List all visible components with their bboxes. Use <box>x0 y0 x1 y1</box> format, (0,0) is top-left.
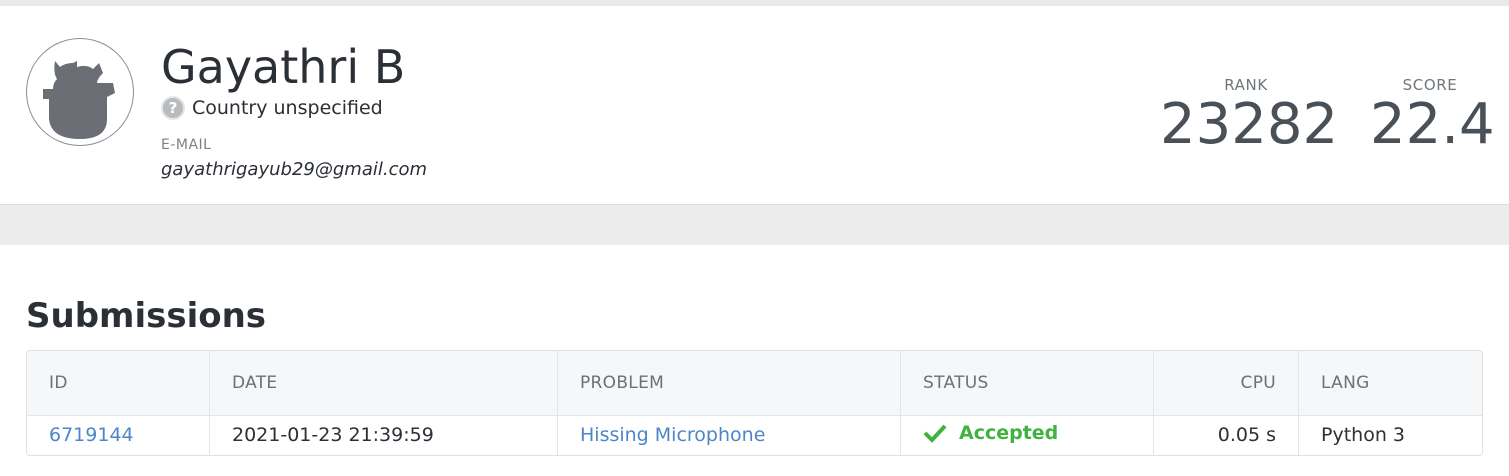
submissions-table: ID DATE PROBLEM STATUS CPU LANG 6719144 … <box>26 350 1483 456</box>
score-value: 22.4 <box>1370 92 1495 157</box>
rank-value: 23282 <box>1160 92 1339 157</box>
country-row: ? Country unspecified <box>161 95 383 121</box>
question-mark-icon: ? <box>161 96 185 120</box>
column-header-lang[interactable]: LANG <box>1298 351 1482 416</box>
rank-stat: RANK 23282 <box>1160 76 1339 157</box>
avatar[interactable] <box>26 38 134 146</box>
default-avatar-icon <box>43 61 115 139</box>
column-header-cpu[interactable]: CPU <box>1153 351 1299 416</box>
country-label: Country unspecified <box>192 97 383 119</box>
submission-date: 2021-01-23 21:39:59 <box>209 415 558 455</box>
score-stat: SCORE 22.4 <box>1370 76 1495 157</box>
submission-lang: Python 3 <box>1321 424 1405 447</box>
email-label: E-MAIL <box>161 137 212 153</box>
submission-id-cell: 6719144 <box>27 415 210 455</box>
column-header-problem[interactable]: PROBLEM <box>557 351 901 416</box>
user-name: Gayathri B <box>161 40 406 94</box>
table-header-row: ID DATE PROBLEM STATUS CPU LANG <box>27 351 1482 416</box>
column-header-date[interactable]: DATE <box>209 351 558 416</box>
email-value: gayathrigayub29@gmail.com <box>161 159 428 180</box>
submission-problem-cell: Hissing Microphone <box>557 415 901 455</box>
problem-link[interactable]: Hissing Microphone <box>580 424 765 446</box>
submissions-title: Submissions <box>26 296 267 336</box>
status-badge: Accepted <box>923 422 1058 444</box>
table-row: 6719144 2021-01-23 21:39:59 Hissing Micr… <box>27 415 1482 455</box>
profile-card: Gayathri B ? Country unspecified E-MAIL … <box>0 6 1509 205</box>
submission-status-cell: Accepted <box>900 415 1154 455</box>
submission-cpu: 0.05 s <box>1153 415 1299 455</box>
column-header-status[interactable]: STATUS <box>900 351 1154 416</box>
check-icon <box>923 424 947 444</box>
status-label: Accepted <box>959 422 1059 445</box>
divider-band <box>0 205 1509 245</box>
submission-id-link[interactable]: 6719144 <box>49 424 134 446</box>
column-header-id[interactable]: ID <box>27 351 210 416</box>
